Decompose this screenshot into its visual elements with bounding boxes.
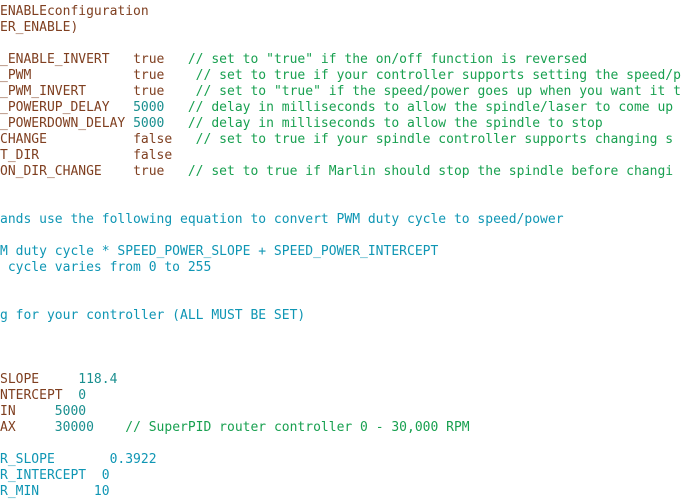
- code-token-comment: // delay in milliseconds to allow the sp…: [172, 116, 603, 131]
- code-line[interactable]: ER_ENABLE): [0, 20, 690, 36]
- code-token-ident: _ENABLE_INVERT: [0, 52, 134, 67]
- code-line[interactable]: g for your controller (ALL MUST BE SET): [0, 308, 690, 324]
- code-token-num: 30000: [54, 420, 94, 435]
- code-line[interactable]: R_SLOPE 0.3922: [0, 452, 690, 468]
- code-line[interactable]: _PWM_INVERT true // set to "true" if the…: [0, 84, 690, 100]
- code-token-num: 5000: [133, 116, 173, 131]
- code-token-ident: AX: [0, 420, 55, 435]
- code-token-bool: true: [133, 52, 173, 67]
- code-line[interactable]: NTERCEPT 0: [0, 388, 690, 404]
- code-token-bool: false: [133, 148, 173, 163]
- code-token-ident: CHANGE: [0, 132, 134, 147]
- code-line[interactable]: _POWERUP_DELAY 5000 // delay in millisec…: [0, 100, 690, 116]
- code-line[interactable]: CHANGE false // set to true if your spin…: [0, 132, 690, 148]
- code-line[interactable]: ON_DIR_CHANGE true // set to true if Mar…: [0, 164, 690, 180]
- code-token-comment: // set to true if your controller suppor…: [172, 68, 681, 83]
- code-token-comment: // set to true if Marlin should stop the…: [172, 164, 674, 179]
- code-token-bool: true: [133, 164, 173, 179]
- code-token-block: M duty cycle * SPEED_POWER_SLOPE + SPEED…: [0, 244, 439, 259]
- code-token-ident: SLOPE: [0, 372, 79, 387]
- code-line[interactable]: AX 30000 // SuperPID router controller 0…: [0, 420, 690, 436]
- code-token-ident: NTERCEPT: [0, 388, 79, 403]
- code-token-ident: IN: [0, 404, 55, 419]
- code-token-ident: _POWERUP_DELAY: [0, 100, 134, 115]
- code-token-block: R_INTERCEPT 0: [0, 468, 110, 483]
- code-token-num: 118.4: [78, 372, 118, 387]
- code-line[interactable]: SLOPE 118.4: [0, 372, 690, 388]
- code-token-bool: false: [133, 132, 173, 147]
- code-line[interactable]: _POWERDOWN_DELAY 5000 // delay in millis…: [0, 116, 690, 132]
- code-token-ident: ER_ENABLE): [0, 20, 79, 35]
- code-line[interactable]: R_MIN 10: [0, 484, 690, 500]
- code-token-comment: // SuperPID router controller 0 - 30,000…: [93, 420, 470, 435]
- code-token-num: 5000: [54, 404, 87, 419]
- code-line[interactable]: cycle varies from 0 to 255: [0, 260, 690, 276]
- code-text-area[interactable]: ENABLEconfiguration ER_ENABLE) _ENABLE_IN…: [0, 4, 690, 500]
- code-token-bool: true: [133, 68, 173, 83]
- code-token-comment: // set to true if your spindle controlle…: [172, 132, 674, 147]
- code-token-comment: // set to "true" if the on/off function …: [172, 52, 588, 67]
- code-editor-viewport[interactable]: ENABLEconfiguration ER_ENABLE) _ENABLE_IN…: [0, 0, 690, 500]
- code-token-block: g for your controller (ALL MUST BE SET): [0, 308, 306, 323]
- code-token-block: ands use the following equation to conve…: [0, 212, 564, 227]
- code-token-ident: T_DIR: [0, 148, 134, 163]
- code-token-block: R_MIN 10: [0, 484, 110, 499]
- code-token-comment: // set to "true" if the speed/power goes…: [172, 84, 681, 99]
- code-token-ident: _PWM: [0, 68, 134, 83]
- code-token-ident: ON_DIR_CHANGE: [0, 164, 134, 179]
- code-line[interactable]: _ENABLE_INVERT true // set to "true" if …: [0, 52, 690, 68]
- code-line[interactable]: M duty cycle * SPEED_POWER_SLOPE + SPEED…: [0, 244, 690, 260]
- code-line[interactable]: IN 5000: [0, 404, 690, 420]
- code-token-ident: _PWM_INVERT: [0, 84, 134, 99]
- code-line[interactable]: R_INTERCEPT 0: [0, 468, 690, 484]
- code-line[interactable]: ands use the following equation to conve…: [0, 212, 690, 228]
- code-token-ident: _POWERDOWN_DELAY: [0, 116, 134, 131]
- code-token-ident: ENABLEconfiguration: [0, 4, 149, 19]
- code-token-bool: true: [133, 84, 173, 99]
- code-token-num: 5000: [133, 100, 173, 115]
- code-line[interactable]: ENABLEconfiguration: [0, 4, 690, 20]
- code-token-block: cycle varies from 0 to 255: [0, 260, 212, 275]
- code-line[interactable]: T_DIR false: [0, 148, 690, 164]
- code-line[interactable]: _PWM true // set to true if your control…: [0, 68, 690, 84]
- code-token-comment: // delay in milliseconds to allow the sp…: [172, 100, 674, 115]
- code-token-block: R_SLOPE 0.3922: [0, 452, 157, 467]
- code-token-num: 0: [78, 388, 87, 403]
